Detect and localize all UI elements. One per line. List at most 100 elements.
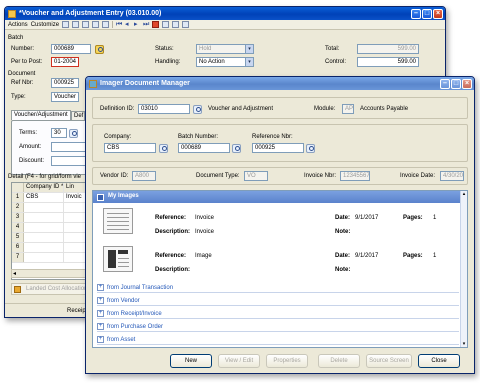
company-cell[interactable] [24, 213, 64, 222]
company-lookup-icon[interactable] [159, 144, 168, 153]
image2-pages-value: 1 [433, 253, 437, 259]
batch-number-lookup-icon[interactable] [232, 144, 241, 153]
company-cell[interactable]: CBS [24, 193, 64, 202]
note-icon[interactable] [162, 21, 170, 28]
expand-icon[interactable]: + [97, 323, 104, 330]
delete-icon[interactable] [92, 21, 100, 28]
grid-header-company[interactable]: Company ID * [24, 183, 64, 192]
perpost-field[interactable]: 01-2004 [51, 57, 79, 67]
close-dialog-button[interactable]: Close [418, 354, 460, 368]
handling-field[interactable]: No Action ▾ [196, 57, 254, 67]
amount-field[interactable] [51, 142, 87, 152]
expand-icon[interactable]: + [97, 284, 104, 291]
invoice-date-label: Invoice Date: [400, 173, 436, 179]
company-cell[interactable] [24, 203, 64, 212]
help-icon[interactable] [172, 21, 180, 28]
source-section[interactable]: + from Purchase Order [97, 322, 459, 332]
grid-horizontal-scrollbar[interactable]: ◂ [11, 269, 89, 278]
source-section[interactable]: + from Vendor [97, 296, 459, 306]
handling-dropdown-icon[interactable]: ▾ [245, 58, 253, 66]
tab-voucher-adjustment[interactable]: Voucher/Adjustment [11, 110, 71, 120]
image1-date-label: Date: [335, 215, 351, 221]
reference-nbr-label: Reference Nbr: [252, 134, 293, 140]
table-row[interactable]: 1 CBS Invoic [12, 193, 88, 203]
delete-button[interactable]: Delete [318, 354, 360, 368]
definition-field[interactable]: 03010 [138, 104, 190, 114]
prev-record-icon[interactable]: ◂ [125, 21, 131, 28]
status-dropdown-icon[interactable]: ▾ [245, 45, 253, 53]
images-scrollbar[interactable]: ▴ ▾ [460, 191, 467, 347]
landed-cost-bar[interactable]: Landed Cost Allocation [11, 283, 89, 295]
detail-grid[interactable]: Company ID * Lin 1 CBS Invoic 2 3 4 5 6 7 [11, 182, 89, 280]
company-cell[interactable] [24, 253, 64, 262]
maximize-button[interactable]: □ [422, 8, 432, 19]
next-record-icon[interactable]: ▸ [134, 21, 140, 28]
expand-icon[interactable]: + [97, 336, 104, 343]
discount-field[interactable] [51, 156, 87, 166]
table-row[interactable]: 2 [12, 203, 88, 213]
image-item-image[interactable]: Reference: Image Description: Date: 9/1/… [93, 243, 461, 279]
control-field[interactable]: 599.00 [357, 57, 419, 67]
view-edit-button[interactable]: View / Edit [218, 354, 260, 368]
company-cell[interactable] [24, 243, 64, 252]
actions-menu[interactable]: Actions [8, 22, 28, 28]
definition-lookup-icon[interactable] [193, 105, 202, 114]
type-field[interactable]: Voucher [51, 92, 79, 102]
batch-lookup-icon[interactable] [95, 45, 104, 54]
main-titlebar[interactable]: *Voucher and Adjustment Entry (03.010.00… [5, 7, 445, 20]
reference-nbr-field[interactable]: 000925 [252, 143, 304, 153]
invoice-thumbnail[interactable] [103, 208, 133, 234]
first-record-icon[interactable]: ⏮ [116, 21, 122, 28]
scroll-down-icon[interactable]: ▾ [461, 341, 467, 347]
table-row[interactable]: 5 [12, 233, 88, 243]
handling-label: Handling: [155, 59, 181, 65]
scroll-up-icon[interactable]: ▴ [461, 191, 467, 197]
close-button[interactable]: × [433, 8, 443, 19]
image1-description-value: Invoice [195, 229, 215, 235]
company-field[interactable]: CBS [104, 143, 156, 153]
perpost-label: Per to Post: [11, 59, 43, 65]
discount-label: Discount: [19, 158, 45, 164]
properties-button[interactable]: Properties [266, 354, 308, 368]
batch-number-dialog-field[interactable]: 000689 [178, 143, 230, 153]
source-section[interactable]: + from Receipt/Invoice [97, 309, 459, 319]
batch-number-field[interactable]: 000689 [51, 44, 91, 54]
images-panel: My Images ▴ ▾ Reference: Invoice Descrip… [92, 190, 468, 348]
image-thumbnail[interactable] [103, 246, 133, 272]
dialog-minimize-button[interactable]: – [440, 78, 450, 89]
status-field[interactable]: Hold ▾ [196, 44, 254, 54]
paste-icon[interactable] [102, 21, 110, 28]
table-row[interactable]: 4 [12, 223, 88, 233]
dialog-titlebar[interactable]: Imager Document Manager – □ × [86, 77, 474, 90]
save-icon[interactable] [72, 21, 80, 28]
last-record-icon[interactable]: ⏭ [143, 21, 149, 28]
new-button[interactable]: New [170, 354, 212, 368]
expand-icon[interactable]: + [97, 297, 104, 304]
dialog-close-button[interactable]: × [462, 78, 472, 89]
table-row[interactable]: 3 [12, 213, 88, 223]
image-item-invoice[interactable]: Reference: Invoice Description: Invoice … [93, 205, 461, 241]
source-screen-button[interactable]: Source Screen [366, 354, 412, 368]
expand-icon[interactable]: + [97, 310, 104, 317]
cancel-icon[interactable] [152, 21, 160, 28]
scroll-left-icon[interactable]: ◂ [13, 270, 16, 277]
table-row[interactable]: 6 [12, 243, 88, 253]
company-cell[interactable] [24, 223, 64, 232]
customize-menu[interactable]: Customize [31, 22, 59, 28]
source-section[interactable]: + from Journal Transaction [97, 283, 459, 293]
refnbr-field[interactable]: 000925 [51, 78, 79, 88]
copy-icon[interactable] [82, 21, 90, 28]
terms-field[interactable]: 30 [51, 128, 67, 138]
company-cell[interactable] [24, 233, 64, 242]
source-section[interactable]: + from Asset [97, 335, 459, 345]
table-row[interactable]: 7 [12, 253, 88, 263]
minimize-button[interactable]: – [411, 8, 421, 19]
dialog-maximize-button[interactable]: □ [451, 78, 461, 89]
collapse-icon[interactable] [97, 193, 104, 201]
my-images-header[interactable]: My Images [93, 191, 461, 203]
imager-app-icon [89, 79, 97, 88]
imager-icon[interactable] [182, 21, 190, 28]
terms-lookup-icon[interactable] [69, 129, 78, 138]
new-icon[interactable] [62, 21, 70, 28]
reference-nbr-lookup-icon[interactable] [306, 144, 315, 153]
